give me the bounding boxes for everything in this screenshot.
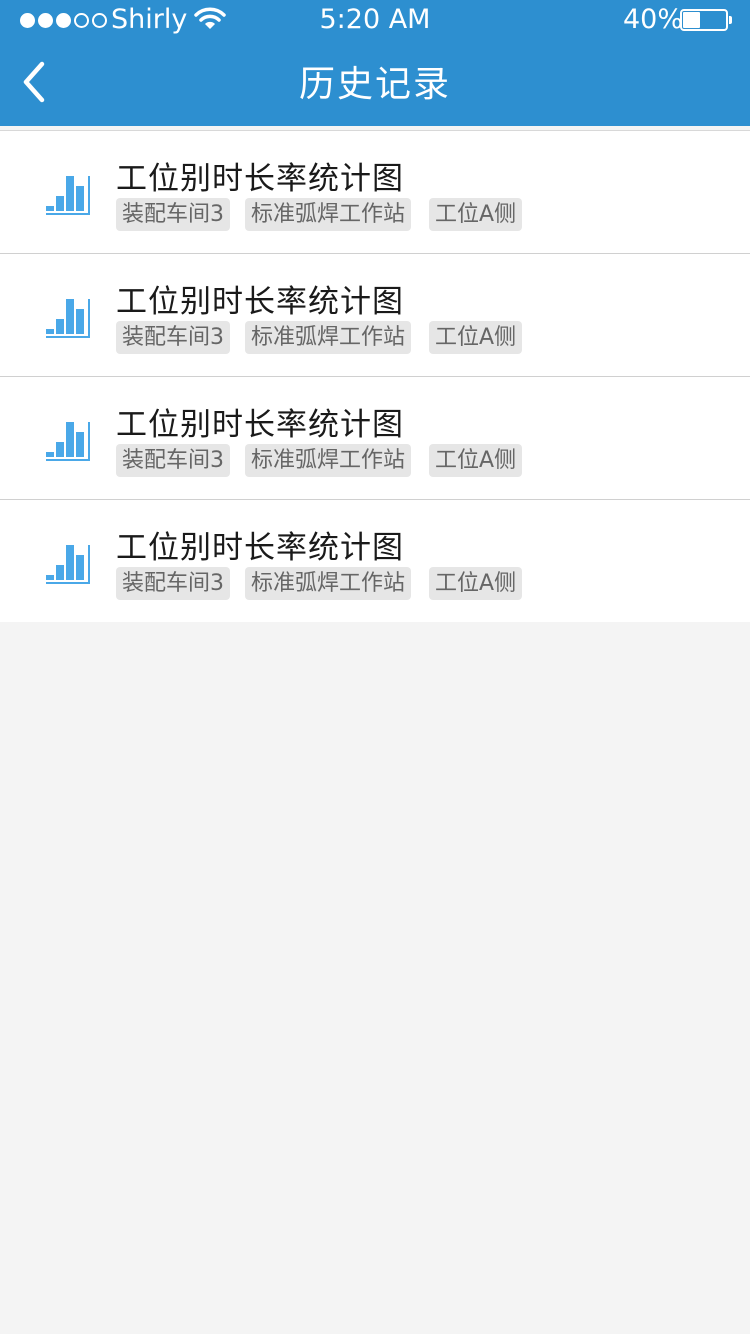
bar-chart-icon (46, 299, 90, 338)
battery-icon (680, 9, 732, 31)
history-record-row[interactable]: 工位别时长率统计图 装配车间3 标准弧焊工作站 工位A侧 (0, 254, 750, 377)
tag-workshop: 装配车间3 (116, 567, 230, 600)
tag-workstation: 标准弧焊工作站 (245, 198, 412, 231)
tag-workshop: 装配车间3 (116, 444, 230, 477)
record-tags: 装配车间3 标准弧焊工作站 工位A侧 (116, 567, 523, 600)
record-title: 工位别时长率统计图 (116, 530, 404, 566)
tag-workstation: 标准弧焊工作站 (245, 444, 412, 477)
tag-workshop: 装配车间3 (116, 321, 230, 354)
record-tags: 装配车间3 标准弧焊工作站 工位A侧 (116, 321, 523, 354)
status-bar: Shirly 5:20 AM 40% (0, 0, 750, 40)
tag-position: 工位A侧 (429, 444, 523, 477)
battery-percent: 40% (623, 4, 684, 35)
record-title: 工位别时长率统计图 (116, 284, 404, 320)
tag-position: 工位A侧 (429, 567, 523, 600)
history-list: 工位别时长率统计图 装配车间3 标准弧焊工作站 工位A侧 工位别时长率统计图 装… (0, 130, 750, 622)
history-record-row[interactable]: 工位别时长率统计图 装配车间3 标准弧焊工作站 工位A侧 (0, 377, 750, 500)
tag-position: 工位A侧 (429, 198, 523, 231)
tag-workstation: 标准弧焊工作站 (245, 321, 412, 354)
history-record-row[interactable]: 工位别时长率统计图 装配车间3 标准弧焊工作站 工位A侧 (0, 131, 750, 254)
tag-workstation: 标准弧焊工作站 (245, 567, 412, 600)
history-record-row[interactable]: 工位别时长率统计图 装配车间3 标准弧焊工作站 工位A侧 (0, 500, 750, 622)
record-title: 工位别时长率统计图 (116, 407, 404, 443)
app-header: Shirly 5:20 AM 40% 历史记录 (0, 0, 750, 126)
bar-chart-icon (46, 422, 90, 461)
record-tags: 装配车间3 标准弧焊工作站 工位A侧 (116, 198, 523, 231)
bar-chart-icon (46, 176, 90, 215)
record-title: 工位别时长率统计图 (116, 161, 404, 197)
tag-position: 工位A侧 (429, 321, 523, 354)
bar-chart-icon (46, 545, 90, 584)
page-title: 历史记录 (298, 64, 451, 105)
tag-workshop: 装配车间3 (116, 198, 230, 231)
record-tags: 装配车间3 标准弧焊工作站 工位A侧 (116, 444, 523, 477)
